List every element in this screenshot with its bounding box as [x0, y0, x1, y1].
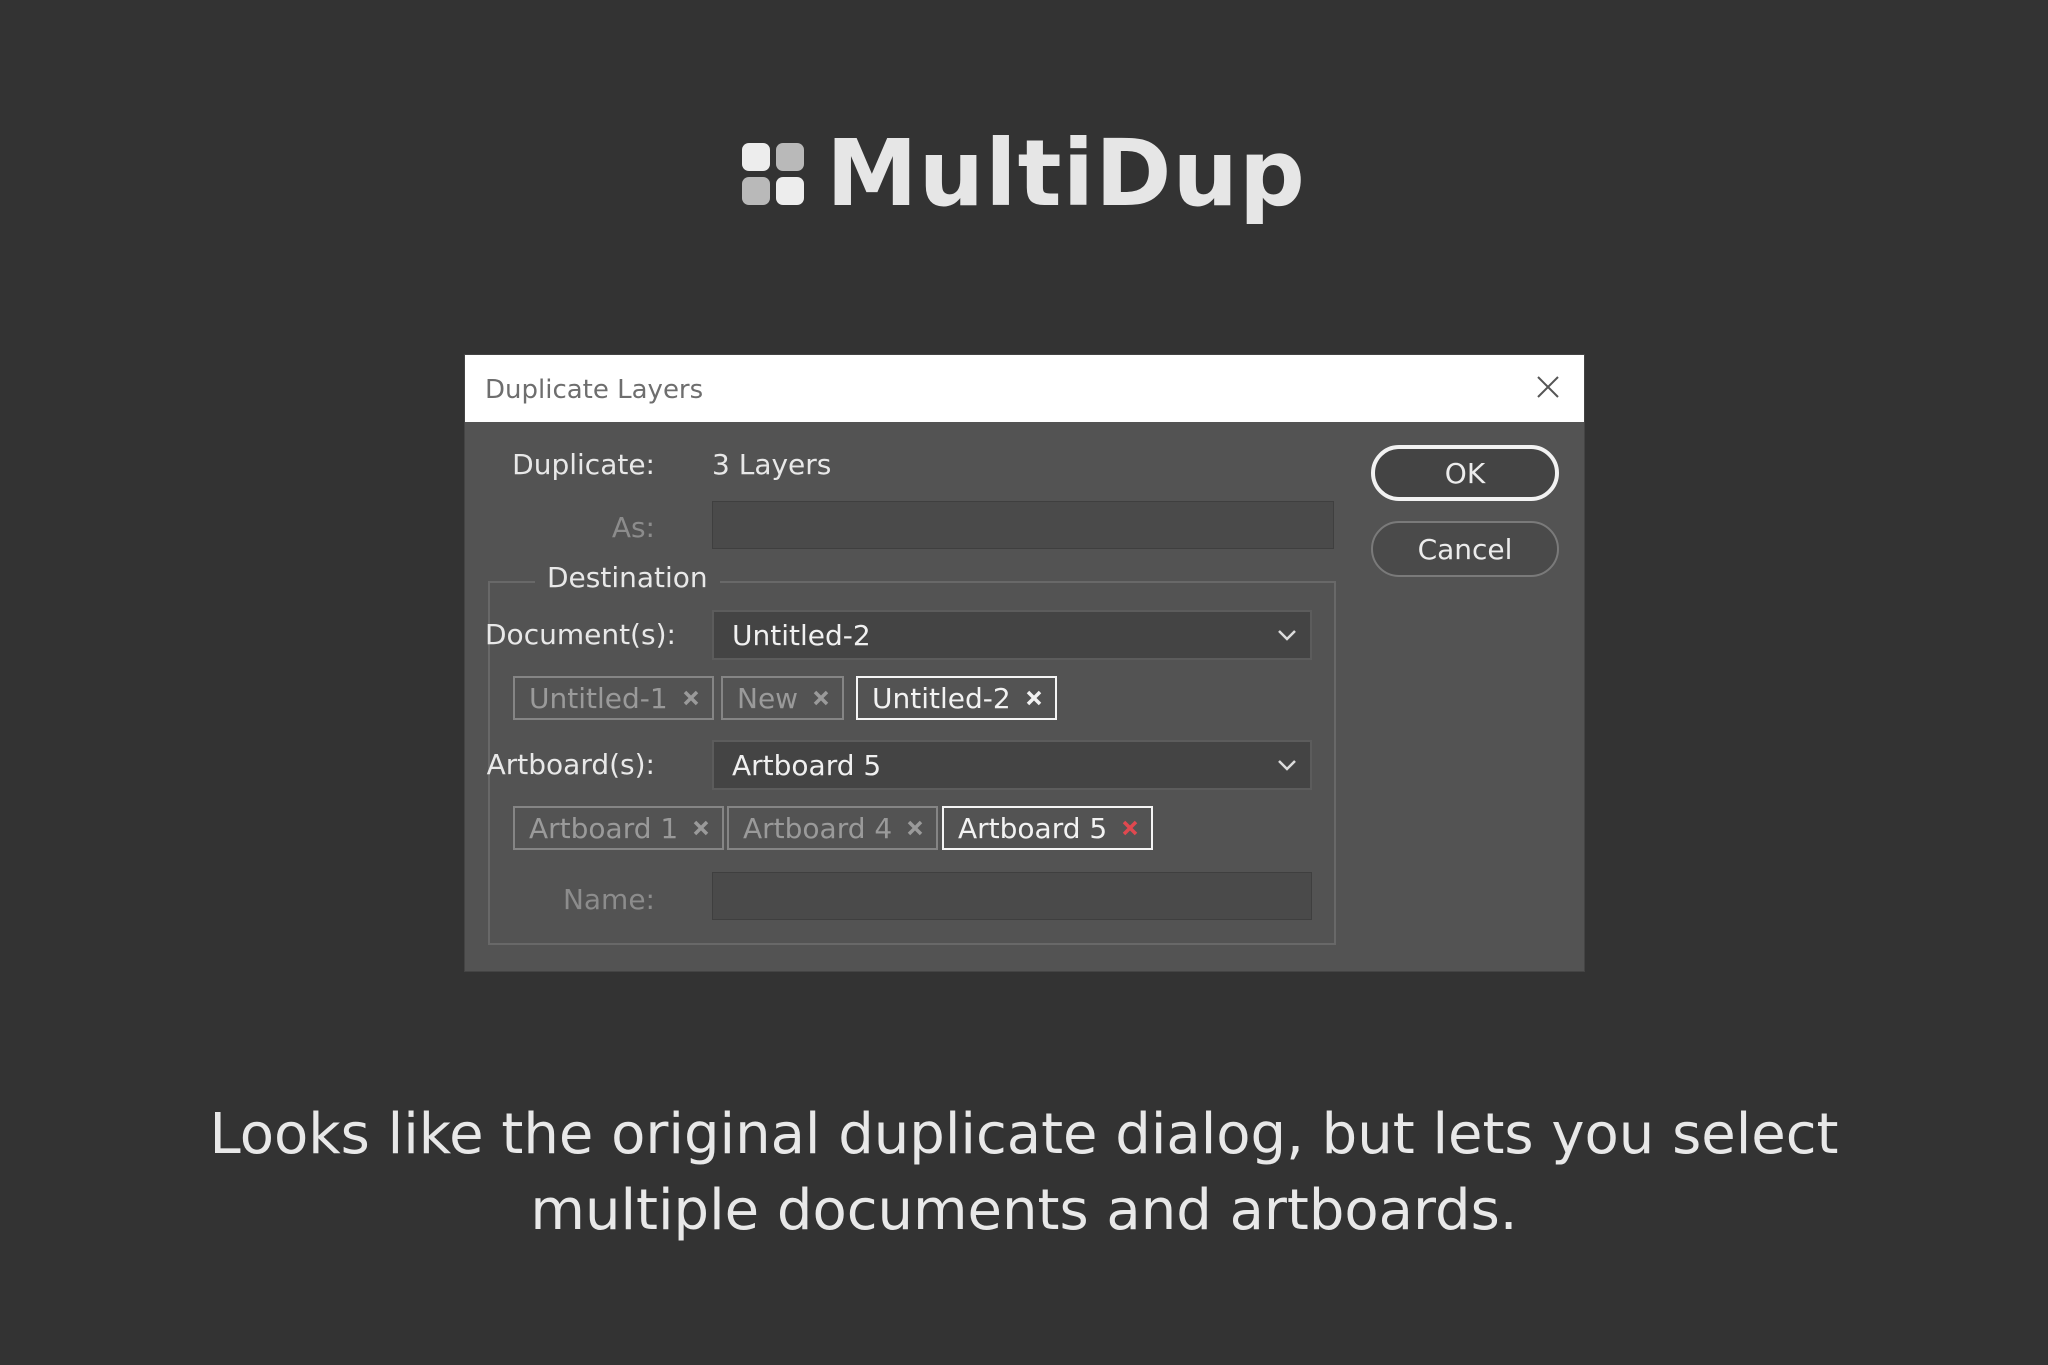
as-label: As:	[611, 511, 655, 544]
chevron-down-icon	[1278, 630, 1296, 641]
four-squares-logo-icon	[742, 143, 805, 205]
x-icon[interactable]	[906, 819, 924, 837]
close-icon[interactable]	[1532, 371, 1564, 403]
x-icon[interactable]	[1121, 819, 1139, 837]
chip-label: Artboard 5	[958, 811, 1108, 845]
chevron-down-icon	[1278, 760, 1296, 771]
caption-line-2: multiple documents and artboards.	[530, 1178, 1518, 1243]
duplicate-value: 3 Layers	[712, 448, 832, 481]
chip-label: Artboard 4	[743, 811, 893, 845]
x-icon[interactable]	[812, 689, 830, 707]
document-chip-selected[interactable]: Untitled-2	[856, 676, 1057, 720]
x-icon[interactable]	[682, 689, 700, 707]
chip-label: Artboard 1	[529, 811, 679, 845]
artboard-chip[interactable]: Artboard 1	[513, 806, 725, 850]
artboard-chip-selected[interactable]: Artboard 5	[942, 806, 1154, 850]
documents-dropdown-value: Untitled-2	[732, 618, 871, 652]
dialog-title: Duplicate Layers	[485, 375, 704, 405]
artboards-dropdown[interactable]: Artboard 5	[712, 740, 1312, 790]
x-icon[interactable]	[1025, 689, 1043, 707]
chip-label: Untitled-2	[872, 681, 1011, 715]
chip-label: New	[737, 681, 799, 715]
caption-line-1: Looks like the original duplicate dialog…	[209, 1102, 1839, 1167]
documents-label: Document(s):	[485, 618, 676, 651]
ok-button[interactable]: OK	[1371, 445, 1559, 501]
dialog-titlebar: Duplicate Layers	[465, 355, 1584, 422]
document-chip[interactable]: New	[721, 676, 845, 720]
as-input[interactable]	[712, 501, 1334, 549]
destination-legend: Destination	[535, 561, 720, 594]
duplicate-layers-dialog: Duplicate Layers Duplicate: 3 Layers As:…	[465, 355, 1584, 971]
artboard-chip[interactable]: Artboard 4	[727, 806, 939, 850]
x-icon[interactable]	[692, 819, 710, 837]
cancel-button[interactable]: Cancel	[1371, 521, 1559, 577]
documents-dropdown[interactable]: Untitled-2	[712, 610, 1312, 660]
brand-header: MultiDup	[0, 128, 2048, 220]
artboards-label: Artboard(s):	[486, 748, 655, 781]
name-label: Name:	[562, 883, 655, 916]
name-input[interactable]	[712, 872, 1312, 920]
brand-title: MultiDup	[826, 120, 1306, 227]
document-chip[interactable]: Untitled-1	[513, 676, 714, 720]
caption: Looks like the original duplicate dialog…	[0, 1097, 2048, 1249]
chip-label: Untitled-1	[529, 681, 668, 715]
artboards-dropdown-value: Artboard 5	[732, 748, 882, 782]
duplicate-label: Duplicate:	[512, 448, 655, 481]
